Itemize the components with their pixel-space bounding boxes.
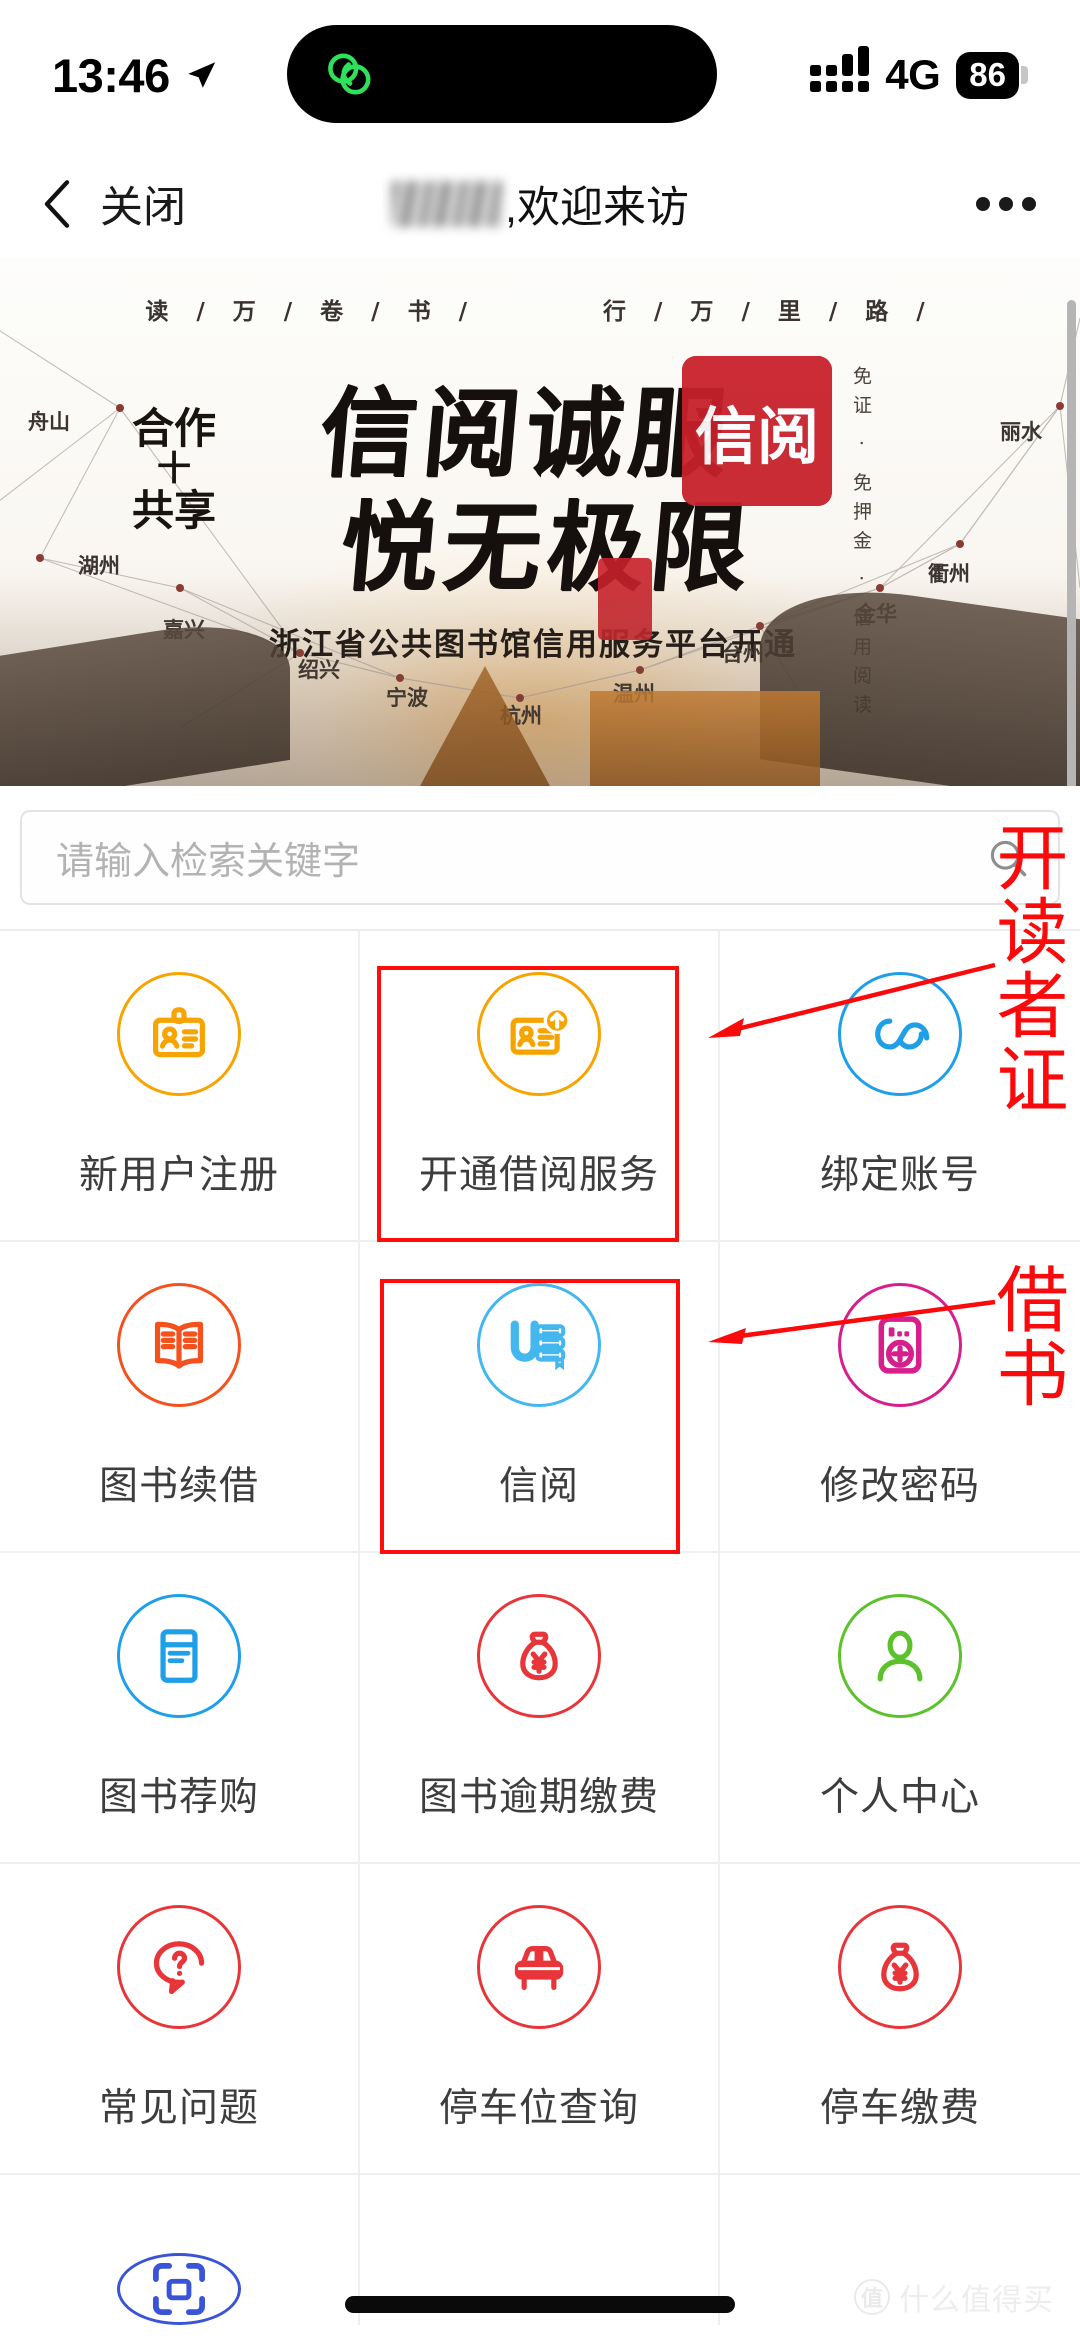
nav-close-label: 关闭 — [100, 184, 186, 232]
status-bar: 13:46 4G 86 — [0, 0, 1080, 150]
u-books-icon — [477, 1282, 601, 1407]
signal-strength-icon — [810, 46, 870, 92]
grid-item-12[interactable]: 停车缴费 — [720, 1864, 1080, 2175]
banner-red-seal: 信阅 — [682, 356, 832, 506]
grid-item-label: 图书荐购 — [98, 1775, 259, 1819]
dynamic-island — [287, 25, 717, 123]
id-card-upload-icon — [477, 971, 601, 1096]
grid-item-label: 常见问题 — [98, 2086, 259, 2130]
watermark: 值 什么值得买 — [854, 2275, 1054, 2319]
city-label: 舟山 — [28, 406, 70, 436]
grid-item-9[interactable]: 个人中心 — [720, 1553, 1080, 1864]
grid-item-7[interactable]: 图书荐购 — [0, 1553, 360, 1864]
battery-indicator: 86 — [956, 51, 1028, 99]
banner-left-seal: 合作 十 共享 — [128, 408, 220, 532]
grid-item-11[interactable]: 停车位查询 — [360, 1864, 720, 2175]
scan-code-icon — [117, 2253, 241, 2325]
annotation-arrow-1 — [708, 962, 996, 1038]
watermark-text: 什么值得买 — [899, 2284, 1054, 2317]
grid-item-label: 绑定账号 — [819, 1153, 980, 1197]
chevron-left-icon — [44, 180, 70, 228]
city-label-text: 舟山 — [28, 409, 70, 434]
grid-item-label: 停车缴费 — [819, 2086, 980, 2130]
search-input[interactable]: 请输入检索关键字 — [20, 810, 1060, 905]
more-dots-icon[interactable] — [976, 197, 1036, 211]
money-bag-yuan-icon — [477, 1593, 601, 1718]
status-bar-left: 13:46 — [52, 48, 218, 103]
grid-item-label: 个人中心 — [819, 1775, 980, 1819]
battery-percent-label: 86 — [956, 51, 1019, 99]
location-arrow-icon — [187, 62, 215, 88]
grid-item-1[interactable]: 新用户注册 — [0, 931, 360, 1242]
question-bubble-icon — [117, 1904, 241, 2029]
grid-item-label: 图书逾期缴费 — [418, 1775, 659, 1819]
banner-top-motto: 读 / 万 / 卷 / 书 / 行 / 万 / 里 / 路 / — [0, 292, 1080, 326]
grid-item-label: 开通借阅服务 — [418, 1153, 659, 1197]
grid-item-label: 图书续借 — [98, 1464, 259, 1508]
status-bar-right: 4G 86 — [810, 46, 1028, 99]
annotation-arrow-2 — [708, 1299, 996, 1344]
grid-item-2[interactable]: 开通借阅服务 — [360, 931, 720, 1242]
network-type-label: 4G — [885, 51, 941, 98]
car-icon — [477, 1904, 601, 2029]
home-indicator[interactable] — [345, 2296, 735, 2313]
id-card-icon — [117, 971, 241, 1096]
phone-screen: 13:46 4G 86 关闭 ,欢迎来访 读 / 万 / 卷 / 书 / 行 /… — [0, 0, 1080, 2341]
battery-cap — [1021, 66, 1028, 84]
service-grid: 新用户注册 开通借阅服务 绑定账号 图书续借 信阅 修改密码 图书荐购 图书逾期… — [0, 931, 1080, 2325]
watermark-logo-icon: 值 — [854, 2279, 890, 2315]
open-book-icon — [117, 1282, 241, 1407]
person-icon — [838, 1593, 962, 1718]
masked-username — [391, 181, 504, 227]
grid-item-partial[interactable] — [0, 2175, 360, 2325]
promo-banner[interactable]: 读 / 万 / 卷 / 书 / 行 / 万 / 里 / 路 / 合作 十 共享 … — [0, 258, 1080, 786]
grid-item-label: 停车位查询 — [438, 2086, 639, 2130]
page-title-suffix: ,欢迎来访 — [505, 184, 689, 232]
seal-left-bottom: 共享 — [131, 486, 216, 535]
grid-item-label: 信阅 — [498, 1464, 579, 1508]
wechat-link-icon — [328, 53, 371, 95]
money-bag-yuan-icon — [838, 1904, 962, 2029]
nav-bar: 关闭 ,欢迎来访 — [0, 150, 1080, 258]
search-placeholder: 请输入检索关键字 — [56, 841, 361, 883]
city-label-text: 丽水 — [1000, 419, 1042, 444]
seal-left-top: 合作 — [131, 404, 216, 453]
document-icon — [117, 1593, 241, 1718]
city-label-text: 湖州 — [78, 553, 120, 578]
search-bar-container: 请输入检索关键字 — [0, 786, 1080, 931]
motto-right: 行 / 万 / 里 / 路 / — [603, 298, 935, 325]
seal-left-plus: 十 — [157, 449, 191, 489]
status-time: 13:46 — [52, 48, 170, 102]
grid-item-4[interactable]: 图书续借 — [0, 1242, 360, 1553]
grid-item-label: 新用户注册 — [78, 1153, 279, 1197]
grid-item-8[interactable]: 图书逾期缴费 — [360, 1553, 720, 1864]
grid-item-10[interactable]: 常见问题 — [0, 1864, 360, 2175]
banner-architecture-photo — [0, 574, 1080, 786]
city-label: 丽水 — [1000, 416, 1042, 446]
grid-item-5[interactable]: 信阅 — [360, 1242, 720, 1553]
grid-item-label: 修改密码 — [819, 1464, 980, 1508]
nav-close-button[interactable]: 关闭 — [40, 173, 186, 235]
motto-left: 读 / 万 / 卷 / 书 / — [145, 298, 477, 325]
